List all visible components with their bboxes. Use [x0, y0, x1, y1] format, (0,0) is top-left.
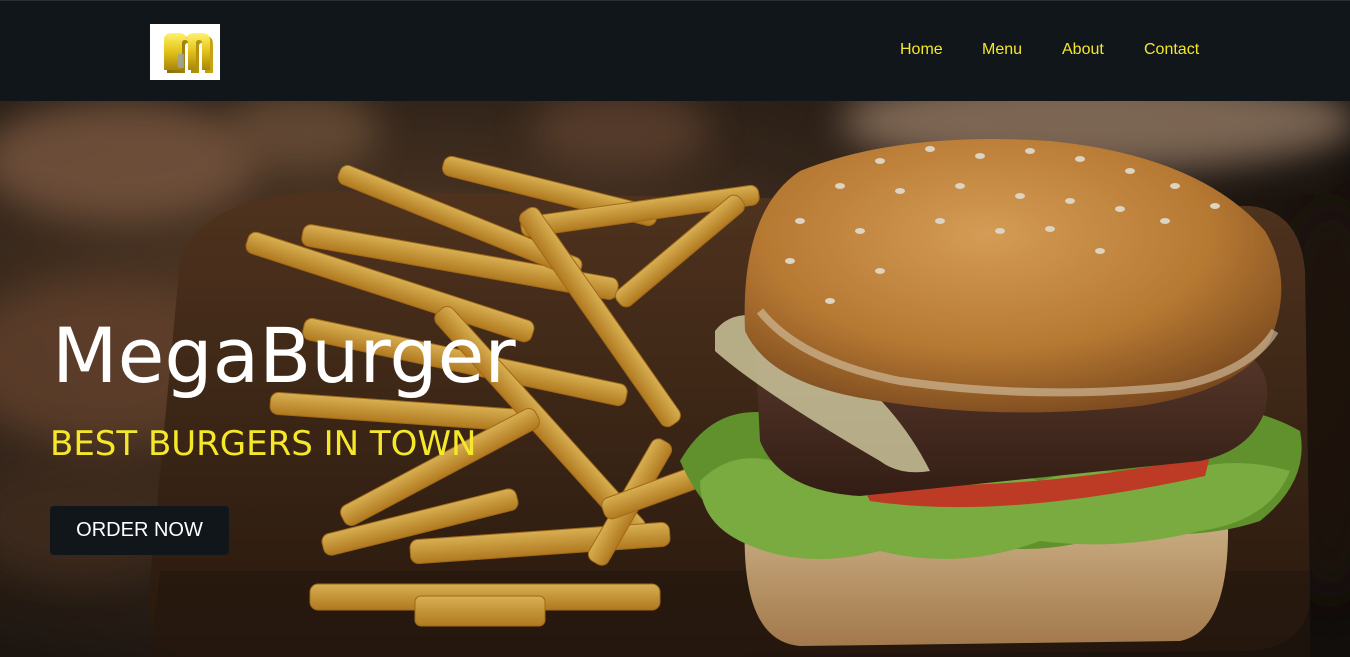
nav-link-home[interactable]: Home [900, 41, 943, 59]
hero-section: MegaBurger BEST BURGERS IN TOWN ORDER NO… [0, 101, 1350, 657]
hero-tagline: BEST BURGERS IN TOWN [50, 424, 477, 464]
top-navbar: Home Menu About Contact [0, 0, 1350, 101]
order-now-button[interactable]: ORDER NOW [50, 506, 229, 555]
nav-link-about[interactable]: About [1062, 41, 1104, 59]
nav-link-menu[interactable]: Menu [982, 41, 1022, 59]
nav-links: Home Menu About Contact [0, 41, 1350, 63]
hero-title: MegaBurger [52, 311, 516, 400]
nav-link-contact[interactable]: Contact [1144, 41, 1199, 59]
